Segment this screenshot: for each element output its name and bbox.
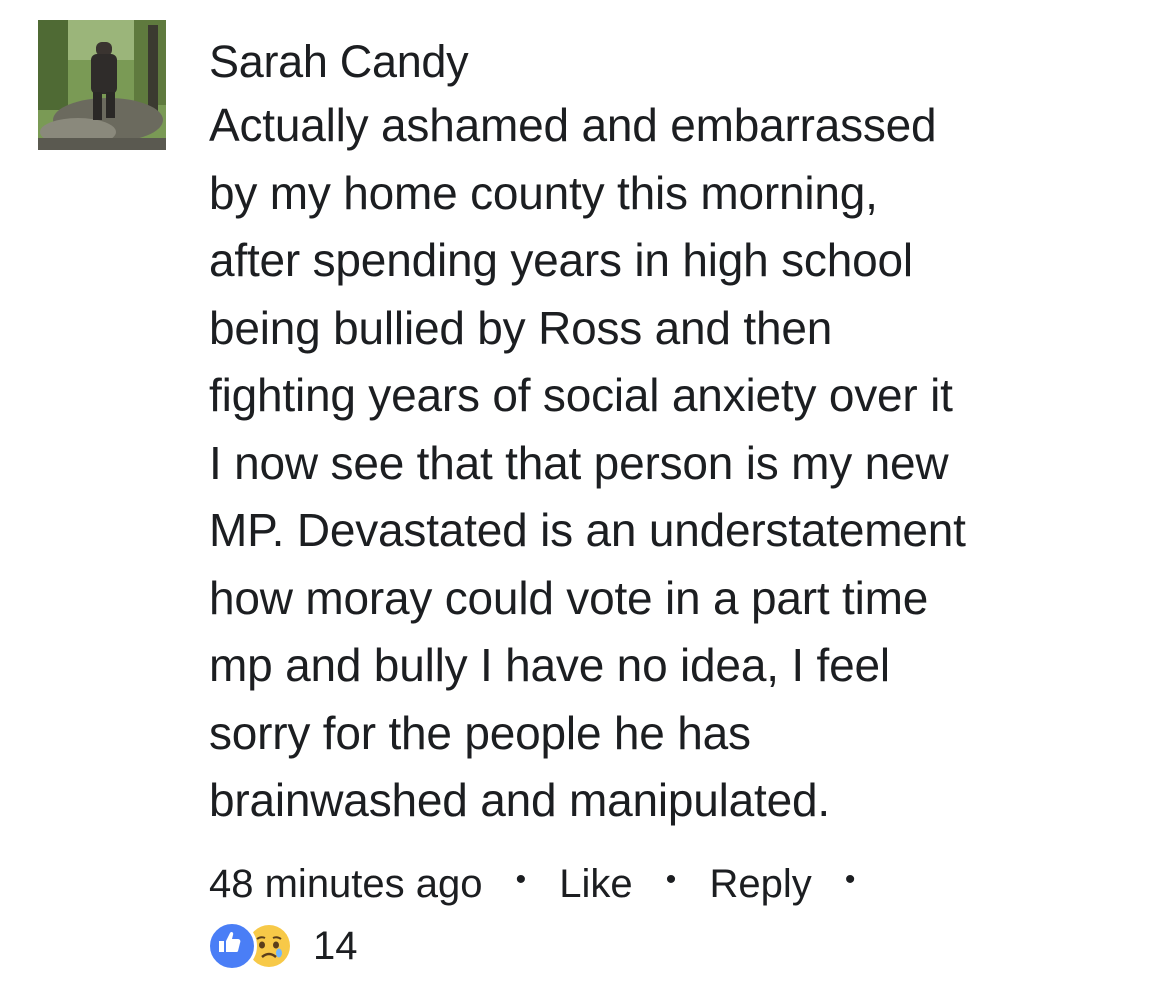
reply-link[interactable]: Reply	[709, 854, 811, 914]
comment-text: Actually ashamed and embarrassed by my h…	[209, 92, 1149, 835]
comment-text-line: Actually ashamed and embarrassed	[209, 99, 937, 151]
comment-text-line: mp and bully I have no idea, I feel	[209, 639, 890, 691]
comment-text-line: how moray could vote in a part time	[209, 571, 929, 624]
comment-text-line: by my home county this morning,	[209, 166, 878, 219]
comment-text-line: I now see that that person is my new	[209, 436, 949, 489]
separator-dot: •	[844, 863, 856, 897]
timestamp[interactable]: 48 minutes ago	[209, 854, 483, 914]
reactions-summary[interactable]: 14	[207, 921, 358, 971]
author-name[interactable]: Sarah Candy	[209, 32, 1149, 92]
comment: Sarah Candy Actually ashamed and embarra…	[0, 0, 1170, 1004]
separator-dot: •	[665, 863, 677, 897]
reaction-count: 14	[313, 923, 358, 968]
separator-dot: •	[515, 863, 527, 897]
comment-text-line: fighting years of social anxiety over it	[209, 369, 953, 421]
comment-text-line: MP. Devastated is an understatement	[209, 504, 966, 556]
comment-text-line: brainwashed and manipulated.	[209, 774, 830, 826]
comment-text-line: sorry for the people he has	[209, 706, 751, 759]
comment-text-line: being bullied by Ross and then	[209, 301, 833, 354]
like-link[interactable]: Like	[559, 854, 632, 914]
comment-meta: 48 minutes ago • Like • Reply •	[209, 852, 877, 914]
comment-text-line: after spending years in high school	[209, 234, 913, 286]
comment-body: Sarah Candy Actually ashamed and embarra…	[209, 32, 1149, 835]
avatar[interactable]	[38, 20, 166, 150]
like-icon	[207, 921, 257, 971]
